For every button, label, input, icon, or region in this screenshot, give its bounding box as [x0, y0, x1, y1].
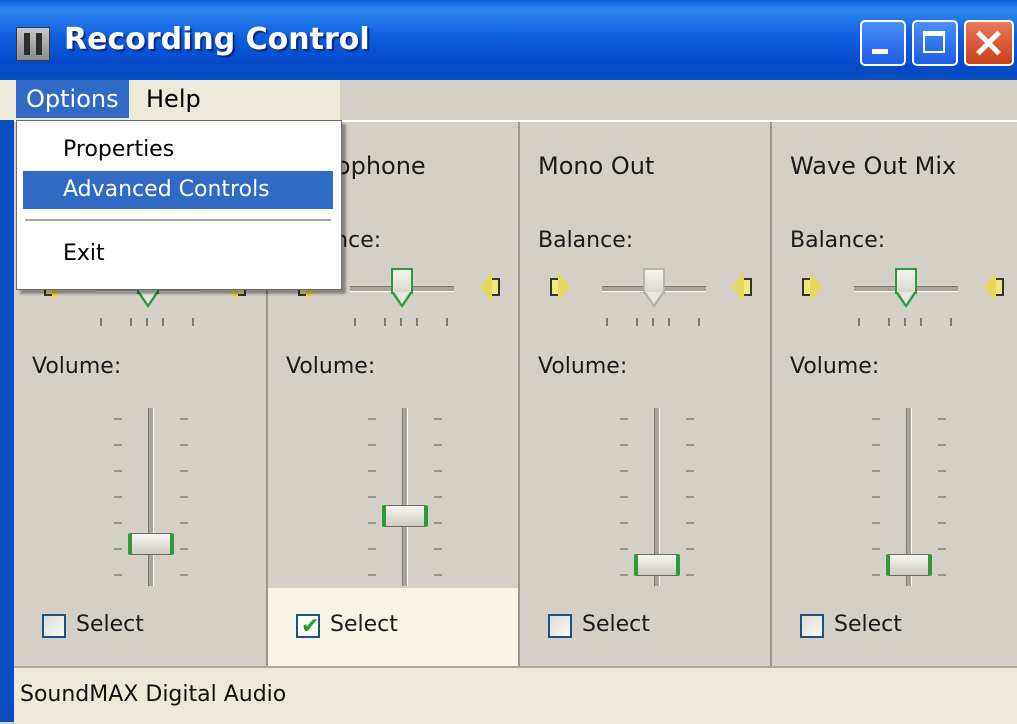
channel-column: Mono Out Balance: Volume: Select — [518, 122, 770, 668]
balance-slider-thumb[interactable] — [895, 268, 917, 310]
balance-label: Balance: — [790, 228, 886, 253]
volume-ticks-right — [938, 418, 950, 578]
volume-label: Volume: — [32, 354, 122, 379]
app-mixer-icon[interactable] — [16, 27, 50, 61]
volume-slider-track[interactable] — [148, 408, 154, 586]
select-row: Select — [520, 588, 770, 668]
balance-ticks — [602, 318, 706, 328]
window-left-frame — [0, 120, 14, 722]
options-dropdown-menu: Properties Advanced Controls Exit — [16, 120, 342, 290]
volume-ticks-right — [686, 418, 698, 578]
channel-name: Wave Out Mix — [790, 152, 957, 180]
balance-ticks — [96, 318, 200, 328]
status-device-name: SoundMAX Digital Audio — [20, 682, 287, 707]
speaker-right-icon — [732, 272, 752, 302]
select-label[interactable]: Select — [582, 612, 650, 637]
volume-ticks-left — [872, 418, 884, 578]
speaker-left-icon — [550, 272, 570, 302]
select-checkbox[interactable]: ✔ — [296, 614, 320, 639]
volume-label: Volume: — [538, 354, 628, 379]
menu-help[interactable]: Help — [136, 80, 211, 118]
select-row: Select — [14, 588, 264, 668]
title-bar[interactable]: Recording Control — [0, 0, 1017, 80]
select-row: ✔ Select — [268, 588, 518, 668]
select-label[interactable]: Select — [330, 612, 398, 637]
checkmark-icon: ✔ — [301, 614, 320, 639]
balance-slider-thumb[interactable] — [391, 268, 413, 310]
volume-slider-thumb[interactable] — [128, 533, 174, 555]
menu-item-properties[interactable]: Properties — [23, 131, 333, 169]
select-checkbox[interactable] — [548, 614, 572, 638]
channel-name: Mono Out — [538, 152, 655, 180]
volume-ticks-left — [368, 418, 380, 578]
close-button[interactable] — [964, 20, 1014, 66]
volume-slider-thumb[interactable] — [634, 554, 680, 576]
volume-label: Volume: — [286, 354, 376, 379]
menu-options[interactable]: Options — [16, 80, 129, 118]
balance-ticks — [854, 318, 958, 328]
balance-ticks — [350, 318, 454, 328]
select-label[interactable]: Select — [76, 612, 144, 637]
menu-bar-background — [340, 80, 1017, 120]
balance-label: Balance: — [538, 228, 634, 253]
select-row: Select — [772, 588, 1017, 668]
status-bar: SoundMAX Digital Audio — [14, 666, 1017, 724]
volume-ticks-right — [180, 418, 192, 578]
speaker-right-icon — [984, 272, 1004, 302]
balance-slider-thumb[interactable] — [643, 268, 665, 310]
select-checkbox[interactable] — [800, 614, 824, 638]
speaker-right-icon — [480, 272, 500, 302]
channel-column: Wave Out Mix Balance: Volume: Select — [770, 122, 1017, 668]
volume-ticks-left — [114, 418, 126, 578]
recording-control-window: Recording Control Options Help Balance: V… — [0, 0, 1017, 724]
menu-item-advanced-controls[interactable]: Advanced Controls — [23, 171, 333, 209]
volume-slider-thumb[interactable] — [886, 554, 932, 576]
volume-ticks-left — [620, 418, 632, 578]
speaker-left-icon — [802, 272, 822, 302]
window-title: Recording Control — [64, 22, 370, 57]
volume-ticks-right — [434, 418, 446, 578]
maximize-button[interactable] — [912, 20, 958, 66]
select-label[interactable]: Select — [834, 612, 902, 637]
volume-slider-thumb[interactable] — [382, 505, 428, 527]
volume-slider-track[interactable] — [402, 408, 408, 586]
minimize-button[interactable] — [860, 20, 906, 66]
menu-separator — [25, 219, 331, 221]
select-checkbox[interactable] — [42, 614, 66, 638]
menu-item-exit[interactable]: Exit — [23, 235, 333, 273]
volume-label: Volume: — [790, 354, 880, 379]
